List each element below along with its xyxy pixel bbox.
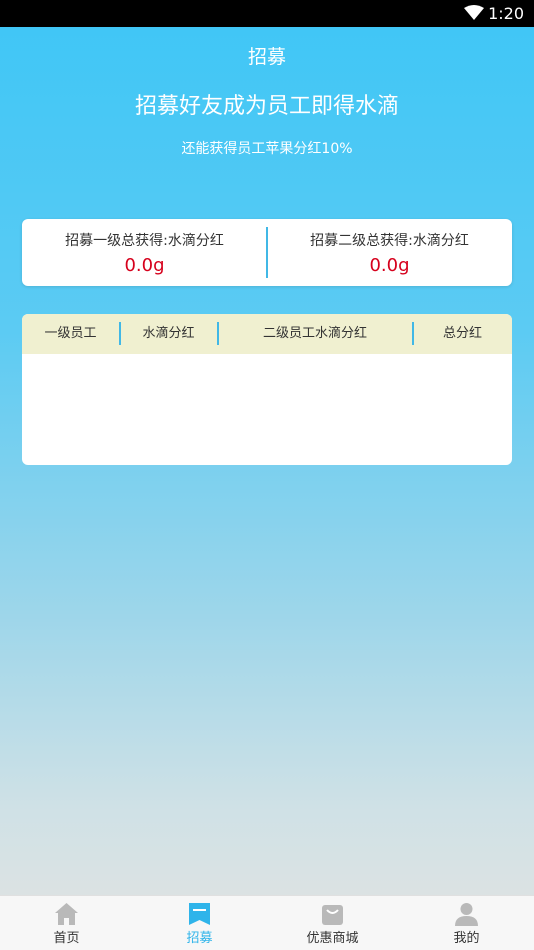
level1-value: 0.0g — [124, 255, 165, 276]
level2-label: 招募二级总获得:水滴分红 — [310, 233, 469, 249]
level2-summary: 招募二级总获得:水滴分红 0.0g — [267, 219, 512, 286]
level1-label: 招募一级总获得:水滴分红 — [65, 233, 224, 249]
table-header: 一级员工 水滴分红 二级员工水滴分红 总分红 — [22, 314, 512, 354]
page-title: 招募 — [247, 46, 286, 68]
level2-value: 0.0g — [369, 255, 410, 276]
tab-mall-label: 优惠商城 — [306, 931, 359, 946]
shopping-bag-icon — [322, 905, 343, 925]
status-bar: 1:20 — [0, 0, 534, 27]
subline: 还能获得员工苹果分红10% — [181, 141, 353, 157]
bookmark-icon — [189, 903, 210, 925]
tab-home[interactable]: 首页 — [0, 896, 133, 950]
tab-recruit-label: 招募 — [186, 931, 213, 946]
column-header-total-dividend: 总分红 — [442, 326, 482, 341]
tab-profile-label: 我的 — [453, 931, 480, 946]
column-header-water-dividend: 水滴分红 — [142, 326, 195, 341]
tab-home-label: 首页 — [53, 931, 80, 946]
status-time: 1:20 — [488, 4, 524, 23]
wifi-icon — [464, 5, 484, 20]
home-icon — [55, 903, 78, 925]
level1-summary: 招募一级总获得:水滴分红 0.0g — [22, 219, 267, 286]
tab-mall[interactable]: 优惠商城 — [266, 896, 399, 950]
employee-table: 一级员工 水滴分红 二级员工水滴分红 总分红 — [22, 314, 512, 465]
headline: 招募好友成为员工即得水滴 — [134, 94, 399, 119]
column-header-level1-employee: 一级员工 — [44, 326, 97, 341]
tab-profile[interactable]: 我的 — [400, 896, 533, 950]
summary-card: 招募一级总获得:水滴分红 0.0g 招募二级总获得:水滴分红 0.0g — [22, 219, 512, 286]
person-icon — [455, 903, 478, 926]
column-header-level2-dividend: 二级员工水滴分红 — [262, 326, 367, 341]
tab-recruit[interactable]: 招募 — [133, 896, 266, 950]
bottom-tab-bar: 首页 招募 优惠商城 我的 — [0, 895, 534, 950]
